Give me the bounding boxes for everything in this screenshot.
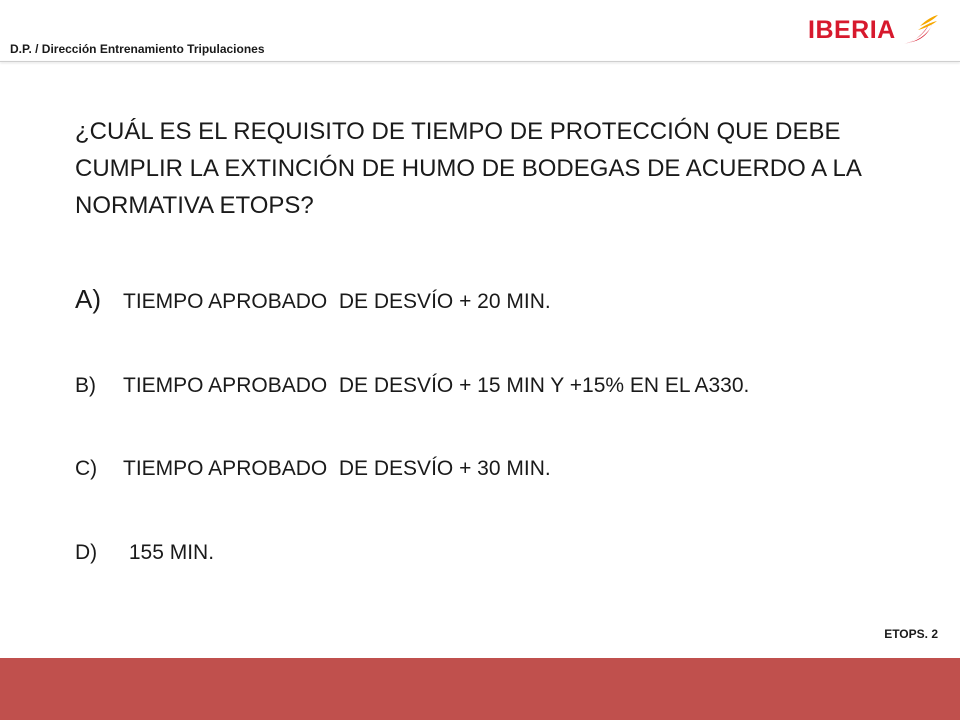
answer-text: 155 MIN. — [123, 541, 215, 564]
answer-letter: D) — [75, 541, 98, 564]
answer-text: TIEMPO APROBADO DE DESVÍO + 20 MIN. — [123, 290, 551, 313]
answer-option-d: D) 155 MIN. — [75, 541, 214, 565]
answer-text: TIEMPO APROBADO DE DESVÍO + 30 MIN. — [123, 457, 551, 480]
answer-letter: A) — [75, 284, 101, 314]
department-label: D.P. / Dirección Entrenamiento Tripulaci… — [10, 42, 265, 56]
logo-wordmark: IBERIA — [808, 15, 896, 44]
answer-option-b: B) TIEMPO APROBADO DE DESVÍO + 15 MIN Y … — [75, 374, 749, 398]
question-text: ¿CUÁL ES EL REQUISITO DE TIEMPO DE PROTE… — [75, 118, 861, 219]
answer-text: TIEMPO APROBADO DE DESVÍO + 15 MIN Y +15… — [123, 374, 750, 397]
footer-band — [0, 658, 960, 720]
answer-option-a: A) TIEMPO APROBADO DE DESVÍO + 20 MIN. — [75, 284, 551, 315]
answer-option-c: C) TIEMPO APROBADO DE DESVÍO + 30 MIN. — [75, 457, 551, 481]
answer-letter: C) — [75, 457, 98, 480]
answer-letter: B) — [75, 374, 96, 397]
slide-page-label: ETOPS. 2 — [884, 627, 938, 641]
iberia-logo: IBERIA — [808, 10, 950, 50]
iberia-swoosh-icon — [903, 15, 938, 44]
slide: D.P. / Dirección Entrenamiento Tripulaci… — [0, 0, 960, 720]
header-divider — [0, 61, 960, 62]
